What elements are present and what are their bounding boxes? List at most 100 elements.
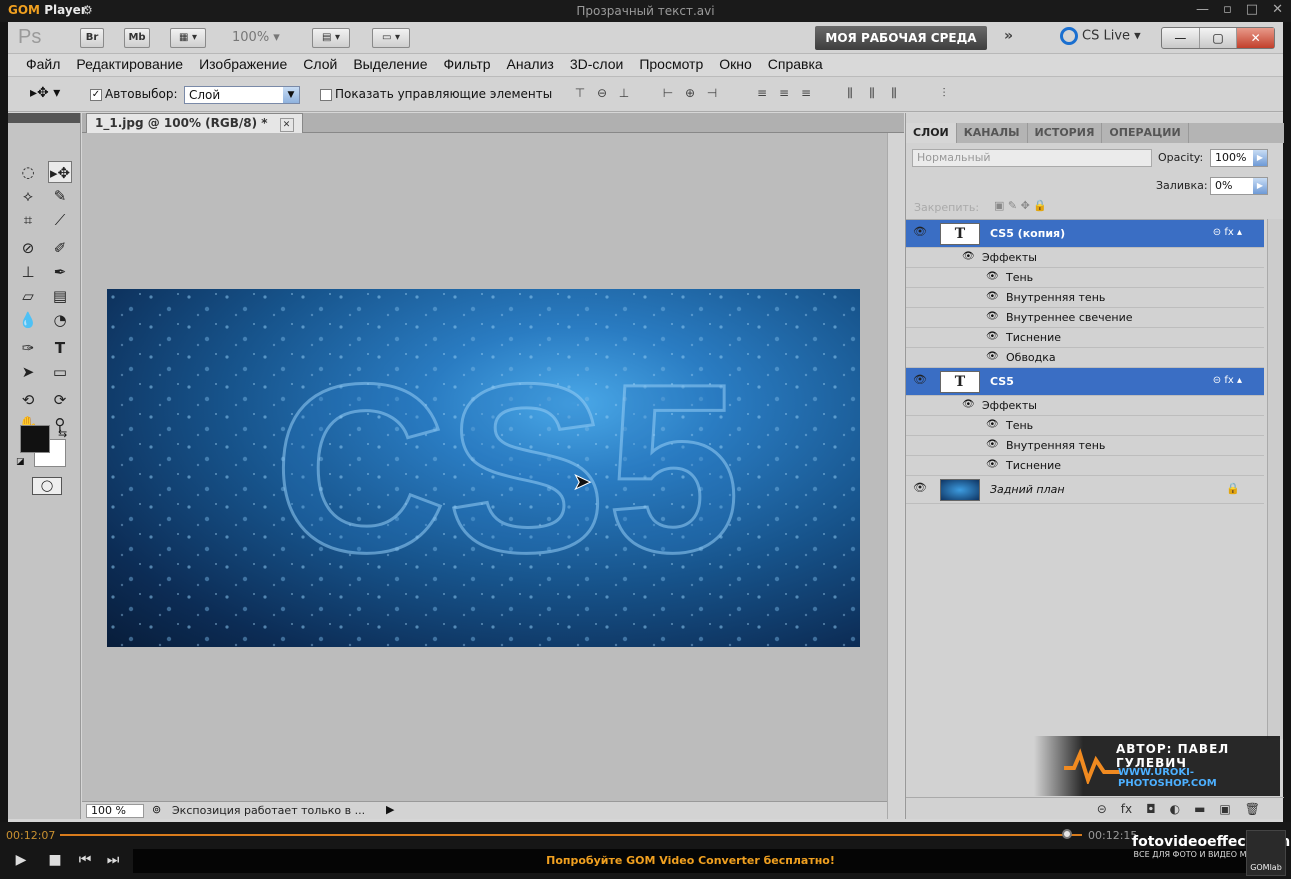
effect-row[interactable]: 👁 Внутреннее свечение — [906, 308, 1264, 328]
seek-bar[interactable] — [60, 834, 1082, 836]
trash-icon[interactable]: 🗑 — [1245, 798, 1260, 819]
3d-orbit-tool-icon[interactable]: ⟳ — [48, 389, 72, 411]
eye-icon[interactable]: 👁 — [962, 399, 975, 410]
fx-icon[interactable]: fx — [1121, 798, 1132, 819]
eye-icon[interactable]: 👁 — [986, 439, 999, 450]
cslive-button[interactable]: CS Live ▾ — [1060, 27, 1141, 45]
menu-3d[interactable]: 3D-слои — [562, 54, 632, 76]
blend-mode-select[interactable]: Нормальный — [912, 149, 1152, 167]
menu-image[interactable]: Изображение — [191, 54, 295, 76]
layer-row[interactable]: 👁 T CS5 ⊝ fx ▴ — [906, 368, 1264, 396]
menu-edit[interactable]: Редактирование — [68, 54, 191, 76]
type-tool-icon[interactable]: T — [48, 337, 72, 359]
stop-icon[interactable]: ■ — [46, 852, 64, 868]
ps-close-button[interactable]: ✕ — [1237, 28, 1275, 48]
visibility-eye-icon[interactable]: 👁 — [912, 225, 928, 238]
show-transform-controls-checkbox[interactable]: Показать управляющие элементы — [320, 87, 552, 101]
menu-view[interactable]: Просмотр — [631, 54, 711, 76]
effect-row[interactable]: 👁 Тиснение — [906, 328, 1264, 348]
align-top-icon[interactable]: ⊤ — [572, 86, 588, 102]
gradient-tool-icon[interactable]: ▤ — [48, 285, 72, 307]
align-right-icon[interactable]: ⊣ — [704, 86, 720, 102]
opacity-field[interactable]: 100% ▶ — [1210, 149, 1268, 167]
document-tab[interactable]: 1_1.jpg @ 100% (RGB/8) * ✕ — [86, 113, 303, 133]
path-selection-tool-icon[interactable]: ➤ — [16, 361, 40, 383]
eye-icon[interactable]: 👁 — [962, 251, 975, 262]
layer-row[interactable]: 👁 Задний план 🔒 — [906, 476, 1264, 504]
align-bottom-icon[interactable]: ⊥ — [616, 86, 632, 102]
status-arrow-icon[interactable]: ▶ — [386, 803, 394, 816]
eyedropper-tool-icon[interactable]: ⟋ — [48, 209, 72, 231]
history-brush-tool-icon[interactable]: ✒ — [48, 261, 72, 283]
close-icon[interactable]: ✕ — [1272, 2, 1283, 17]
distribute-hcenter-icon[interactable]: ⫼ — [864, 86, 880, 102]
eye-icon[interactable]: 👁 — [986, 419, 999, 430]
view-extras-button[interactable]: ▦ ▾ — [170, 28, 206, 48]
layer-row[interactable]: 👁 T CS5 (копия) ⊝ fx ▴ — [906, 220, 1264, 248]
tab-layers[interactable]: СЛОИ — [906, 123, 957, 143]
auto-align-icon[interactable]: ⫶ — [936, 86, 952, 102]
3d-rotate-tool-icon[interactable]: ⟲ — [16, 389, 40, 411]
zoom-level-dropdown[interactable]: 100% ▾ — [232, 30, 280, 45]
menu-layer[interactable]: Слой — [295, 54, 345, 76]
fill-field[interactable]: 0% ▶ — [1210, 177, 1268, 195]
restore-icon[interactable]: ▫ — [1223, 2, 1232, 17]
maximize-icon[interactable]: □ — [1246, 2, 1258, 17]
distribute-bottom-icon[interactable]: ≡ — [798, 86, 814, 102]
align-left-icon[interactable]: ⊢ — [660, 86, 676, 102]
healing-brush-tool-icon[interactable]: ⊘ — [16, 237, 40, 259]
minimize-icon[interactable]: — — [1196, 2, 1209, 17]
autoselect-target-select[interactable]: Слой ▼ — [184, 86, 300, 104]
visibility-eye-icon[interactable]: 👁 — [912, 373, 928, 386]
effects-row[interactable]: 👁 Эффекты — [906, 396, 1264, 416]
quick-mask-button[interactable]: ◯ — [32, 477, 62, 495]
add-mask-icon[interactable]: ◘ — [1146, 798, 1156, 819]
link-layers-icon[interactable]: ⊝ — [1097, 798, 1107, 819]
distribute-top-icon[interactable]: ≡ — [754, 86, 770, 102]
menu-window[interactable]: Окно — [711, 54, 760, 76]
expand-workspace-icon[interactable]: » — [1004, 28, 1013, 44]
workspace-button[interactable]: МОЯ РАБОЧАЯ СРЕДА — [815, 26, 987, 50]
image-canvas[interactable]: CS5 ➤ — [107, 289, 860, 647]
new-layer-icon[interactable]: ▣ — [1219, 798, 1230, 819]
minibridge-button[interactable]: Mb — [124, 28, 150, 48]
fx-icon[interactable]: ⊝ fx ▴ — [1213, 375, 1242, 386]
menu-analysis[interactable]: Анализ — [499, 54, 562, 76]
gomlab-logo[interactable]: GOMlab — [1246, 830, 1286, 876]
tab-history[interactable]: ИСТОРИЯ — [1028, 123, 1103, 143]
next-icon[interactable]: ⏭ — [104, 852, 122, 868]
chevron-right-icon[interactable]: ▶ — [1253, 178, 1267, 194]
status-info-icon[interactable]: ⊚ — [152, 803, 161, 816]
distribute-left-icon[interactable]: ⫼ — [842, 86, 858, 102]
dodge-tool-icon[interactable]: ◔ — [48, 309, 72, 331]
pen-tool-icon[interactable]: ✑ — [16, 337, 40, 359]
ps-restore-button[interactable]: ▢ — [1200, 28, 1238, 48]
move-tool-icon[interactable]: ▸✥ — [48, 161, 72, 183]
arrange-documents-button[interactable]: ▤ ▾ — [312, 28, 350, 48]
new-group-icon[interactable]: ▬ — [1194, 798, 1205, 819]
screen-mode-button[interactable]: ▭ ▾ — [372, 28, 410, 48]
move-tool-preset-icon[interactable]: ▸✥ ▾ — [30, 85, 60, 101]
zoom-status-field[interactable]: 100 % — [86, 804, 144, 818]
distribute-vcenter-icon[interactable]: ≡ — [776, 86, 792, 102]
eye-icon[interactable]: 👁 — [986, 291, 999, 302]
chevron-right-icon[interactable]: ▶ — [1253, 150, 1267, 166]
document-vertical-scrollbar[interactable] — [887, 133, 904, 819]
layers-scrollbar[interactable] — [1267, 219, 1283, 739]
eye-icon[interactable]: 👁 — [986, 331, 999, 342]
align-hcenter-icon[interactable]: ⊕ — [682, 86, 698, 102]
ps-minimize-button[interactable]: — — [1162, 28, 1200, 48]
menu-select[interactable]: Выделение — [345, 54, 435, 76]
play-icon[interactable]: ▶ — [12, 852, 30, 868]
rectangle-tool-icon[interactable]: ▭ — [48, 361, 72, 383]
previous-icon[interactable]: ⏮ — [76, 852, 94, 868]
marquee-tool-icon[interactable]: ◌ — [16, 161, 40, 183]
eye-icon[interactable]: 👁 — [986, 311, 999, 322]
effect-row[interactable]: 👁 Внутренняя тень — [906, 436, 1264, 456]
tab-actions[interactable]: ОПЕРАЦИИ — [1102, 123, 1189, 143]
eraser-tool-icon[interactable]: ▱ — [16, 285, 40, 307]
align-vcenter-icon[interactable]: ⊖ — [594, 86, 610, 102]
foreground-color-swatch[interactable] — [20, 425, 50, 453]
clone-stamp-tool-icon[interactable]: ⊥ — [16, 261, 40, 283]
default-colors-icon[interactable]: ◪ — [16, 457, 25, 467]
